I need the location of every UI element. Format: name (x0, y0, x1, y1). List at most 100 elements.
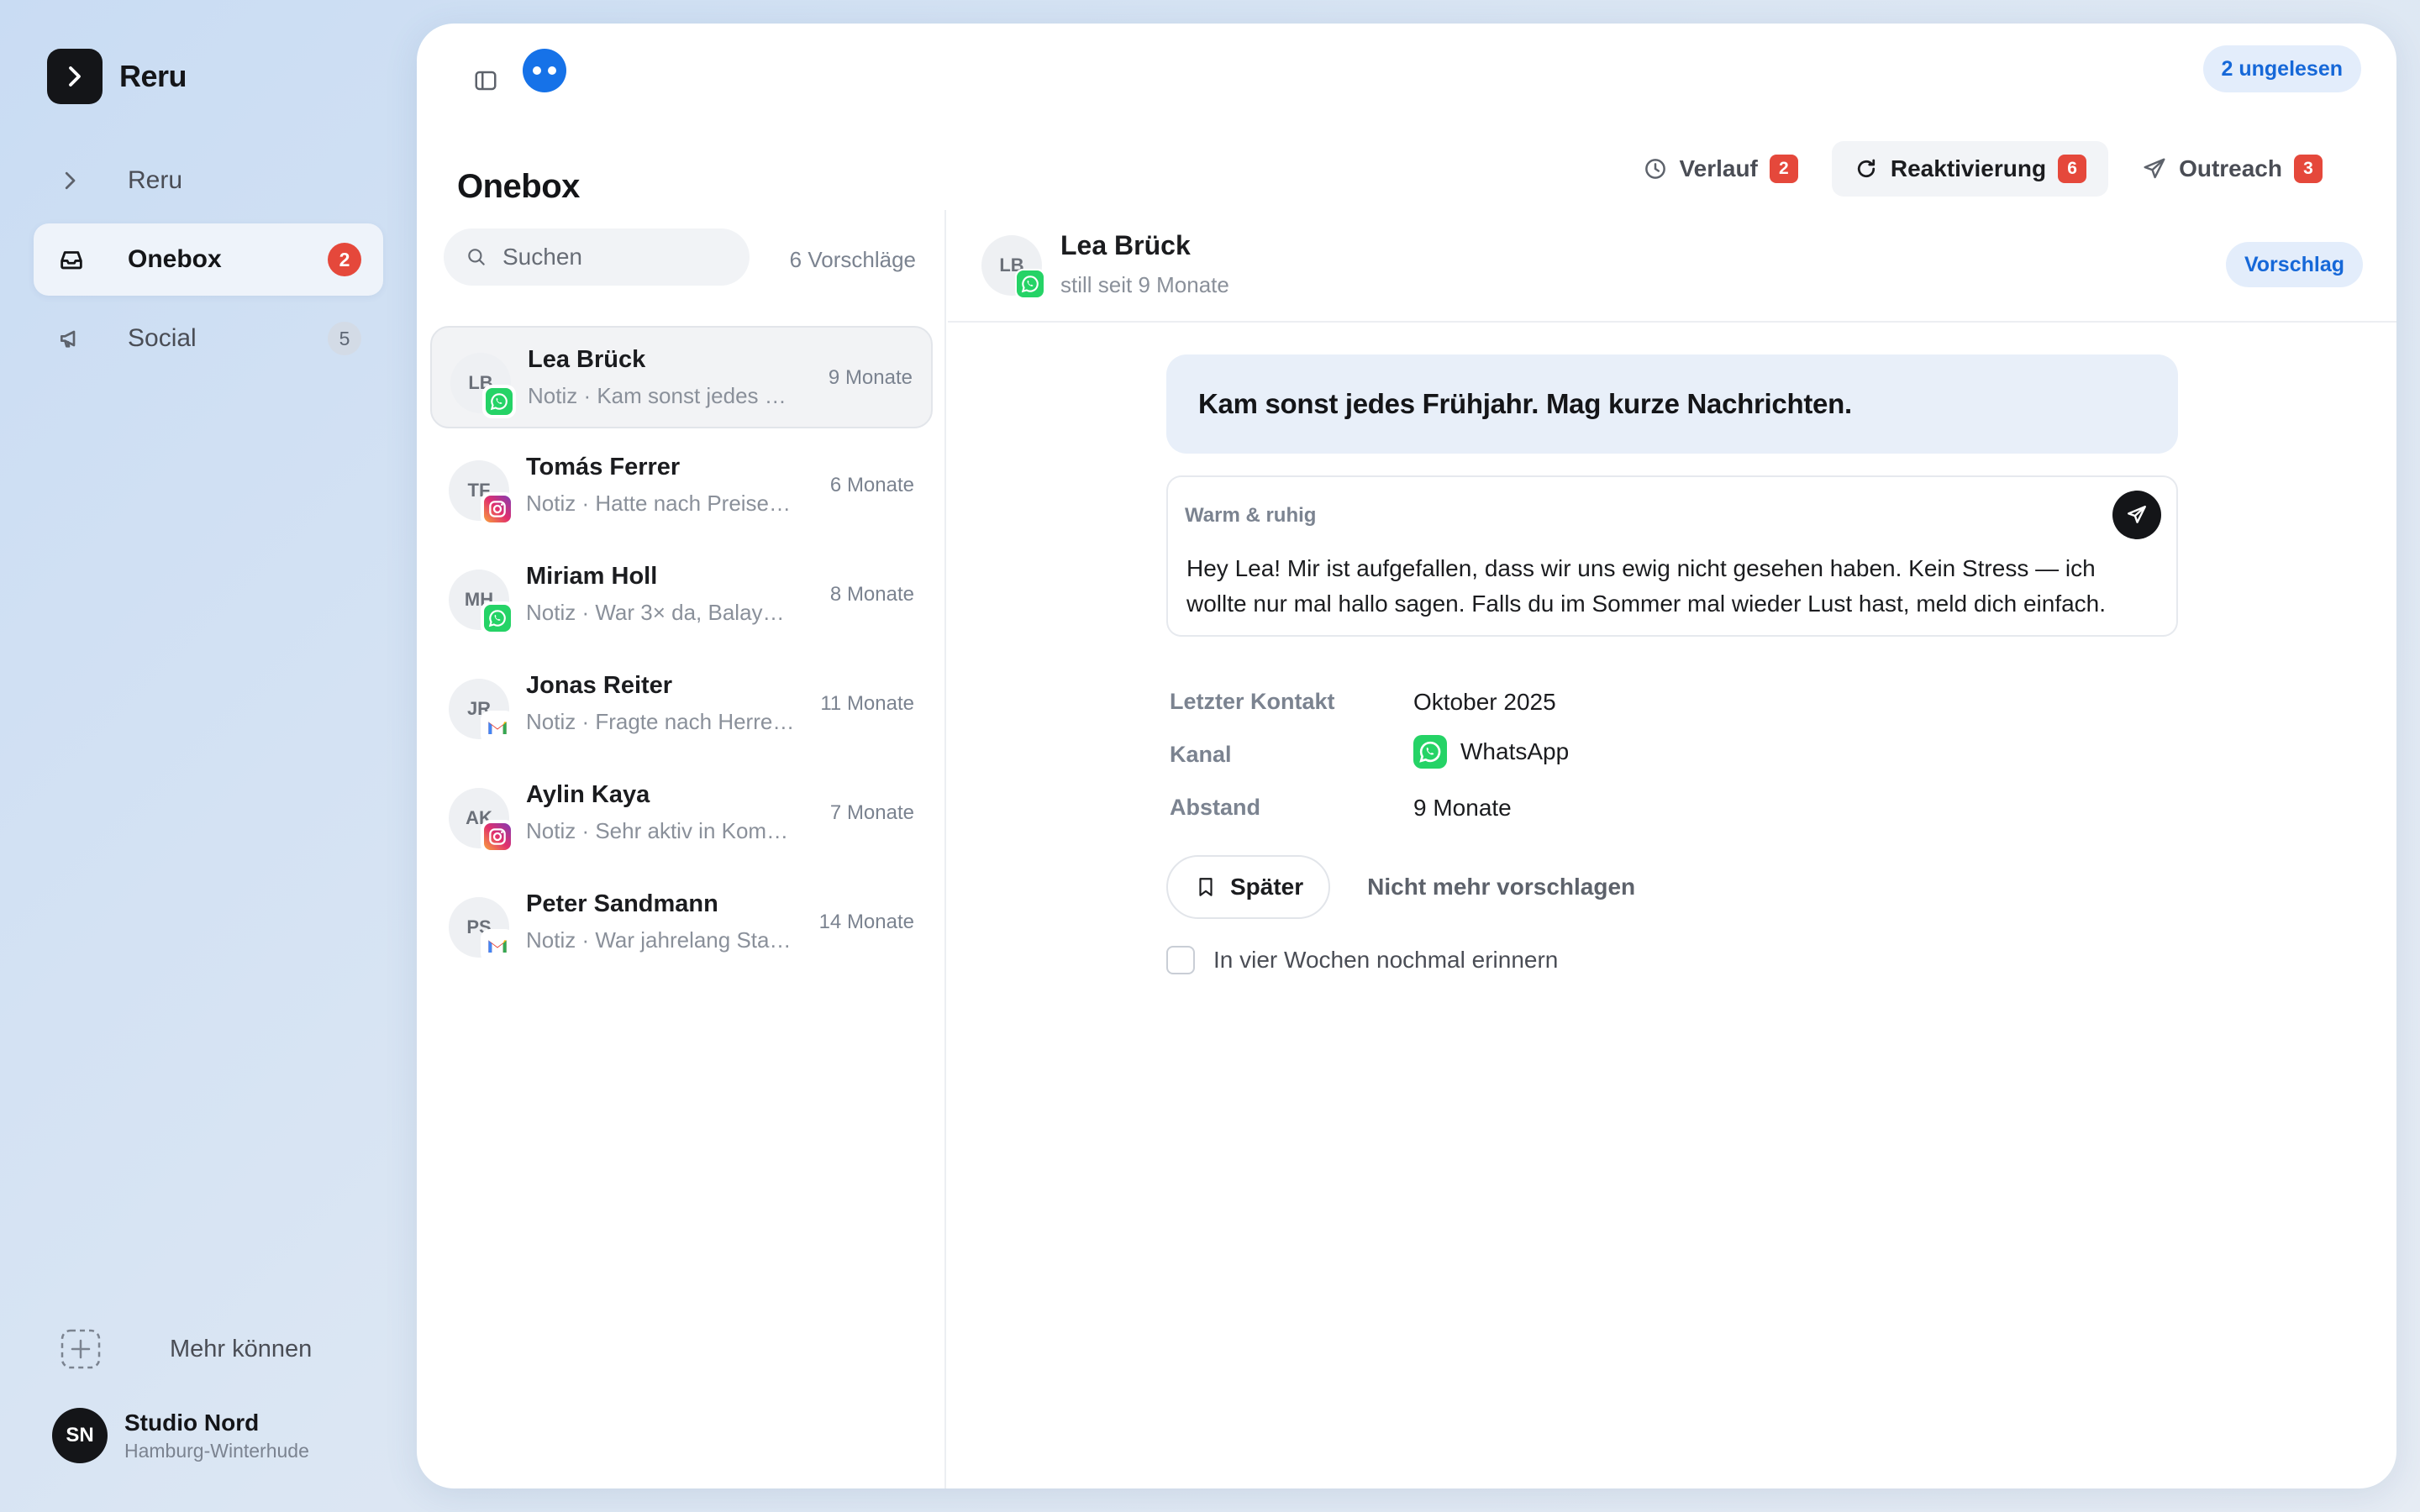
contact-time: 7 Monate (829, 801, 914, 824)
megaphone-icon (57, 325, 94, 352)
contact-note: Kam sonst jedes Frühjahr. Mag kurze Nach… (1166, 354, 2178, 454)
view-tabs: Verlauf 2 Reaktivierung 6 Outreach 3 (1621, 141, 2345, 197)
page-title: Onebox (457, 168, 580, 205)
fact-value-channel: WhatsApp (1413, 735, 1569, 769)
detail-header: LB Lea Brück still seit 9 Monate Vorschl… (948, 210, 2396, 323)
contact-note-preview: Notiz · Sehr aktiv in Kommentaren. (526, 818, 795, 843)
message-draft[interactable]: Warm & ruhig Hey Lea! Mir ist aufgefalle… (1166, 475, 2178, 637)
tab-verlauf[interactable]: Verlauf 2 (1621, 141, 1820, 197)
contact-time: 14 Monate (818, 911, 914, 933)
logo-chevron-icon (47, 49, 103, 104)
main-panel: 2 ungelesen Onebox Verlauf 2 Reaktivieru… (417, 24, 2396, 1488)
contact-name: Lea Brück (528, 346, 646, 373)
unread-pill[interactable]: 2 ungelesen (2202, 45, 2361, 92)
contact-time: 8 Monate (829, 583, 914, 606)
contact-note-preview: Notiz · War jahrelang Stammkunde. (526, 927, 795, 953)
fact-row: Abstand 9 Monate (1170, 795, 1926, 848)
contact-name: Aylin Kaya (526, 781, 650, 808)
contact-name: Tomás Ferrer (526, 454, 681, 480)
fact-value: 9 Monate (1413, 795, 1512, 821)
list-item[interactable]: LBLea BrückNotiz · Kam sonst jedes Frühj… (430, 326, 933, 428)
draft-text[interactable]: Hey Lea! Mir ist aufgefallen, dass wir u… (1186, 551, 2161, 622)
later-label: Später (1230, 874, 1304, 900)
whatsapp-icon (484, 386, 514, 417)
tab-label: Outreach (2179, 155, 2282, 181)
brand[interactable]: Reru (47, 49, 187, 104)
sidebar-item-reru[interactable]: Reru (34, 144, 383, 217)
sidebar-item-label: Onebox (128, 245, 222, 273)
list-item[interactable]: PS Peter Sandmann Notiz · War jahrelang St… (430, 872, 933, 974)
instagram-icon (482, 494, 513, 524)
contact-note-preview: Notiz · Fragte nach Herrenschnitt. (526, 709, 795, 734)
contact-name: Jonas Reiter (526, 672, 673, 699)
contact-detail: LB Lea Brück still seit 9 Monate Vorschl… (948, 210, 2396, 1488)
draft-tone-label[interactable]: Warm & ruhig (1185, 504, 1316, 528)
sidebar-toggle-button[interactable] (462, 57, 509, 104)
count-badge: 5 (328, 322, 361, 355)
fact-label: Letzter Kontakt (1170, 689, 1335, 714)
add-square-icon (59, 1327, 103, 1371)
contact-list-column: 6 Vorschläge LBLea BrückNotiz · Kam sons… (417, 210, 946, 1488)
tab-badge: 2 (1769, 155, 1798, 183)
list-item[interactable]: AKAylin KayaNotiz · Sehr aktiv in Kommen… (430, 763, 933, 865)
tab-label: Reaktivierung (1890, 155, 2047, 181)
list-item[interactable]: TF Tomás Ferrer Notiz · Hatte nach Preisen… (430, 435, 933, 538)
paper-plane-icon (2144, 158, 2165, 179)
search-input[interactable] (502, 244, 721, 270)
contact-list: LBLea BrückNotiz · Kam sonst jedes Frühj… (430, 326, 933, 981)
whatsapp-icon (482, 603, 513, 633)
gmail-icon (482, 931, 513, 961)
tab-reaktivierung[interactable]: Reaktivierung 6 (1831, 141, 2109, 197)
send-button[interactable] (2112, 491, 2161, 539)
contact-note-preview: Notiz · Hatte nach Preisen gefragt. (526, 491, 795, 516)
chevron-right-icon (57, 168, 94, 193)
suggestion-badge: Vorschlag (2225, 242, 2363, 287)
sidebar-item-social[interactable]: Social 5 (34, 302, 383, 375)
list-item[interactable]: JR Jonas Reiter Notiz · Fragte nach Herren… (430, 654, 933, 756)
refresh-icon (1857, 159, 1876, 178)
bookmark-icon (1199, 878, 1213, 896)
more-features-link[interactable]: Mehr können (59, 1327, 312, 1371)
assistant-dots-icon[interactable] (523, 49, 566, 92)
fact-row: Letzter Kontakt Oktober 2025 (1170, 689, 1926, 742)
later-button[interactable]: Später (1166, 855, 1331, 919)
contact-facts: Letzter Kontakt Oktober 2025 Kanal Whats… (1170, 689, 1926, 848)
more-label: Mehr können (170, 1335, 313, 1362)
contact-time: 9 Monate (828, 366, 913, 389)
search-box[interactable] (444, 228, 750, 286)
contact-note-preview: Notiz · War 3× da, Balayage. (526, 600, 795, 625)
whatsapp-icon (1413, 735, 1447, 769)
tab-badge: 6 (2058, 155, 2087, 183)
detail-actions: Später Nicht mehr vorschlagen (1166, 855, 1635, 919)
list-item[interactable]: MH Miriam Holl Notiz · War 3× da, Balayage… (430, 544, 933, 647)
account-location: Hamburg-Winterhude (124, 1439, 309, 1462)
sidebar-toggle-icon (475, 71, 497, 91)
instagram-icon (482, 822, 513, 852)
fact-row: Kanal WhatsApp (1170, 735, 1926, 795)
contact-time: 6 Monate (829, 474, 914, 496)
clock-icon (1644, 159, 1665, 179)
contact-name: Peter Sandmann (526, 890, 718, 917)
tab-badge: 3 (2294, 155, 2323, 183)
contact-time: 11 Monate (820, 692, 914, 715)
app-name: Reru (119, 59, 187, 93)
never-suggest-button[interactable]: Nicht mehr vorschlagen (1367, 874, 1635, 900)
unread-count-badge: 2 (328, 243, 361, 276)
account-switcher[interactable]: SN Studio Nord Hamburg-Winterhude (52, 1408, 309, 1463)
remind-option[interactable]: In vier Wochen nochmal erinnern (1166, 946, 1558, 974)
contact-name: Lea Brück (1060, 230, 1191, 260)
avatar: SN (52, 1408, 108, 1463)
remind-label: In vier Wochen nochmal erinnern (1213, 947, 1559, 973)
inbox-icon (57, 245, 94, 274)
sidebar-item-onebox[interactable]: Onebox 2 (34, 223, 383, 296)
whatsapp-icon (1015, 269, 1045, 299)
sidebar-item-label: Social (128, 324, 197, 352)
sidebar-item-label: Reru (128, 166, 183, 194)
sidebar-nav: Reru Onebox 2 Social 5 (34, 144, 383, 381)
remind-checkbox[interactable] (1166, 946, 1195, 974)
tab-label: Verlauf (1679, 155, 1758, 181)
paper-plane-icon (2128, 506, 2146, 523)
contact-name: Miriam Holl (526, 563, 658, 590)
tab-outreach[interactable]: Outreach 3 (2120, 141, 2344, 197)
suggestion-count: 6 Vorschläge (789, 247, 916, 272)
